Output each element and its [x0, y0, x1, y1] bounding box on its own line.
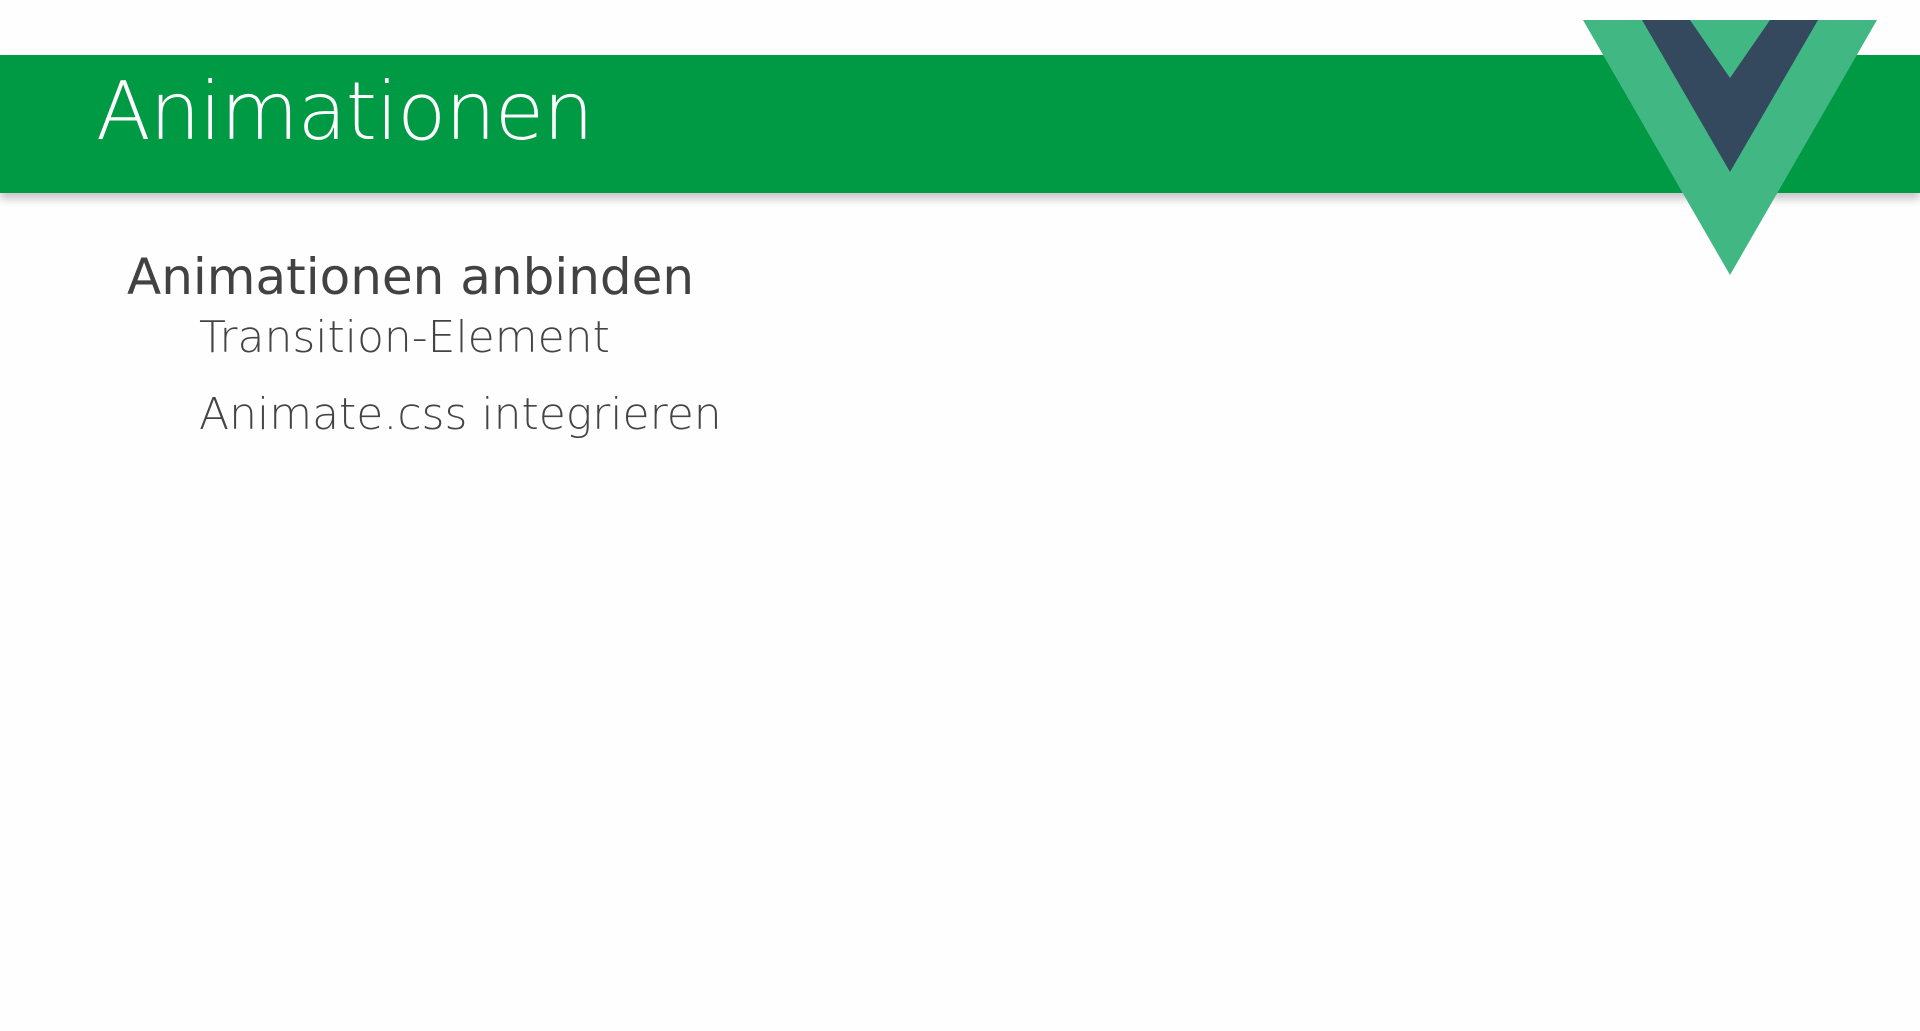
section-heading: Animationen anbinden [127, 248, 695, 306]
list-item: Animate.css integrieren [199, 389, 722, 440]
slide-content: Animationen anbinden Transition-Element … [127, 252, 722, 437]
vue-logo-icon [1583, 20, 1877, 275]
sub-topic-list: Transition-Element Animate.css integrier… [127, 316, 722, 437]
slide-title: Animationen [96, 65, 594, 158]
list-item: Transition-Element [199, 312, 610, 363]
presentation-slide: Animationen Animationen anbinden Transit… [0, 0, 1920, 1031]
